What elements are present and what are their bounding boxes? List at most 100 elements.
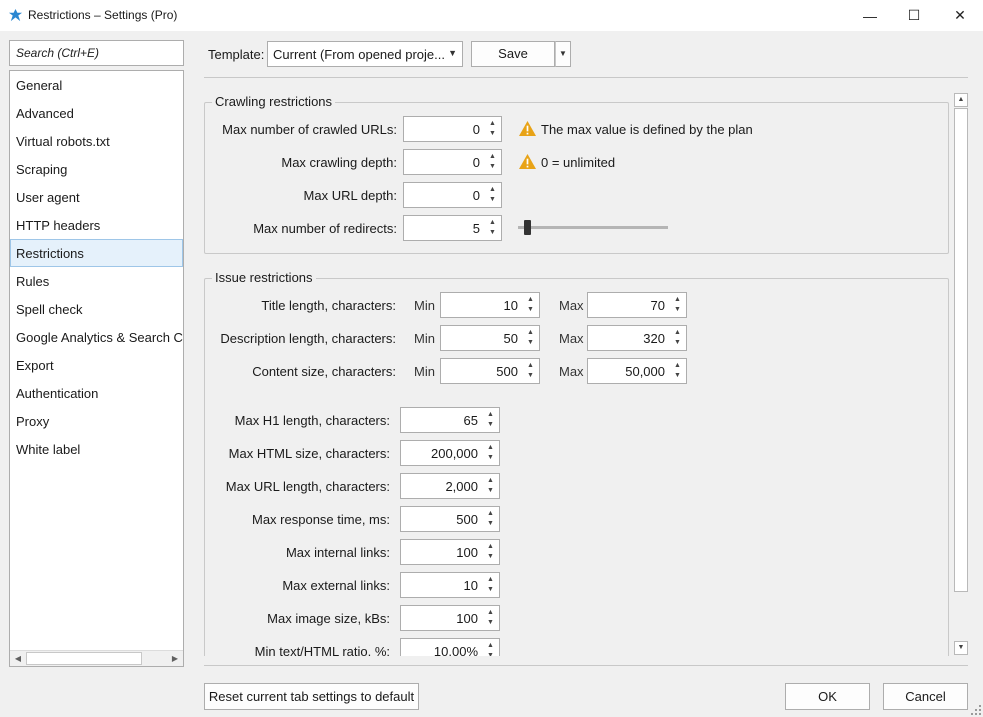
max-redirects-label: Max number of redirects: bbox=[253, 221, 397, 236]
scroll-right-icon[interactable]: ▶ bbox=[168, 653, 182, 665]
stepper-arrows-icon[interactable]: ▲ ▼ bbox=[672, 361, 683, 381]
content-size-max-stepper[interactable]: 50,000 ▲ ▼ bbox=[587, 358, 687, 384]
maximize-icon: ☐ bbox=[907, 7, 921, 23]
max-label: Max bbox=[559, 298, 584, 313]
stepper-arrows-icon[interactable]: ▲ ▼ bbox=[485, 575, 496, 595]
stepper-arrows-icon[interactable]: ▲ ▼ bbox=[485, 509, 496, 529]
stepper-value: 500 bbox=[496, 364, 518, 379]
sidebar-item-spell-check[interactable]: Spell check bbox=[10, 295, 183, 323]
stepper-value: 100 bbox=[456, 545, 478, 560]
max-h1-length-stepper[interactable]: 65 ▲ ▼ bbox=[400, 407, 500, 433]
max-url-depth-stepper[interactable]: 0 ▲ ▼ bbox=[403, 182, 502, 208]
scrollbar-thumb[interactable] bbox=[954, 108, 968, 592]
cancel-button[interactable]: Cancel bbox=[883, 683, 968, 710]
scroll-left-icon[interactable]: ◀ bbox=[11, 653, 25, 665]
max-label: Max bbox=[559, 364, 584, 379]
reset-defaults-button[interactable]: Reset current tab settings to default bbox=[204, 683, 419, 710]
max-response-time-stepper[interactable]: 500 ▲ ▼ bbox=[400, 506, 500, 532]
sidebar-item-restrictions[interactable]: Restrictions bbox=[10, 239, 183, 267]
resize-grip-icon[interactable] bbox=[971, 705, 981, 715]
sidebar-item-white-label[interactable]: White label bbox=[10, 435, 183, 463]
min-text-html-ratio-label: Min text/HTML ratio, %: bbox=[254, 644, 390, 656]
ok-button[interactable]: OK bbox=[785, 683, 870, 710]
sidebar-item-proxy[interactable]: Proxy bbox=[10, 407, 183, 435]
max-response-time-label: Max response time, ms: bbox=[252, 512, 390, 527]
stepper-arrows-icon[interactable]: ▲ ▼ bbox=[487, 152, 498, 172]
stepper-value: 5 bbox=[472, 221, 480, 236]
save-dropdown-button[interactable]: ▼ bbox=[555, 41, 571, 67]
content-size-min-stepper[interactable]: 500 ▲ ▼ bbox=[440, 358, 540, 384]
stepper-arrows-icon[interactable]: ▲ ▼ bbox=[485, 608, 496, 628]
divider bbox=[204, 665, 968, 666]
stepper-value: 0 bbox=[472, 122, 480, 137]
title-length-max-stepper[interactable]: 70 ▲ ▼ bbox=[587, 292, 687, 318]
min-label: Min bbox=[414, 331, 435, 346]
stepper-arrows-icon[interactable]: ▲ ▼ bbox=[525, 295, 536, 315]
sidebar-item-user-agent[interactable]: User agent bbox=[10, 183, 183, 211]
redirects-slider-track[interactable] bbox=[518, 226, 668, 229]
sidebar-item-export[interactable]: Export bbox=[10, 351, 183, 379]
max-url-length-stepper[interactable]: 2,000 ▲ ▼ bbox=[400, 473, 500, 499]
max-image-size-stepper[interactable]: 100 ▲ ▼ bbox=[400, 605, 500, 631]
max-crawled-urls-stepper[interactable]: 0 ▲ ▼ bbox=[403, 116, 502, 142]
template-select[interactable]: Current (From opened proje... ▼ bbox=[267, 41, 463, 67]
min-label: Min bbox=[414, 364, 435, 379]
redirects-slider-thumb[interactable] bbox=[524, 220, 531, 235]
divider bbox=[204, 77, 968, 78]
stepper-arrows-icon[interactable]: ▲ ▼ bbox=[525, 328, 536, 348]
sidebar-item-general[interactable]: General bbox=[10, 71, 183, 99]
max-external-links-label: Max external links: bbox=[282, 578, 390, 593]
save-button[interactable]: Save bbox=[471, 41, 555, 67]
max-redirects-stepper[interactable]: 5 ▲ ▼ bbox=[403, 215, 502, 241]
description-length-label: Description length, characters: bbox=[220, 331, 396, 346]
search-input[interactable]: Search (Ctrl+E) bbox=[9, 40, 184, 66]
stepper-arrows-icon[interactable]: ▲ ▼ bbox=[485, 443, 496, 463]
stepper-value: 0 bbox=[472, 188, 480, 203]
description-length-min-stepper[interactable]: 50 ▲ ▼ bbox=[440, 325, 540, 351]
content-vertical-scrollbar[interactable]: ▲ ▼ bbox=[953, 92, 969, 656]
scroll-down-icon[interactable]: ▼ bbox=[954, 641, 968, 655]
stepper-arrows-icon[interactable]: ▲ ▼ bbox=[487, 218, 498, 238]
stepper-arrows-icon[interactable]: ▲ ▼ bbox=[485, 410, 496, 430]
stepper-arrows-icon[interactable]: ▲ ▼ bbox=[485, 641, 496, 656]
stepper-value: 10 bbox=[503, 298, 518, 313]
stepper-arrows-icon[interactable]: ▲ ▼ bbox=[487, 119, 498, 139]
max-html-size-stepper[interactable]: 200,000 ▲ ▼ bbox=[400, 440, 500, 466]
max-image-size-label: Max image size, kBs: bbox=[267, 611, 390, 626]
sidebar-item-authentication[interactable]: Authentication bbox=[10, 379, 183, 407]
max-external-links-stepper[interactable]: 10 ▲ ▼ bbox=[400, 572, 500, 598]
stepper-value: 200,000 bbox=[431, 446, 478, 461]
scrollbar-thumb[interactable] bbox=[26, 652, 142, 665]
description-length-max-stepper[interactable]: 320 ▲ ▼ bbox=[587, 325, 687, 351]
content-size-label: Content size, characters: bbox=[252, 364, 396, 379]
sidebar-horizontal-scrollbar[interactable]: ◀ ▶ bbox=[10, 650, 183, 666]
max-crawling-depth-stepper[interactable]: 0 ▲ ▼ bbox=[403, 149, 502, 175]
max-internal-links-stepper[interactable]: 100 ▲ ▼ bbox=[400, 539, 500, 565]
scroll-up-icon[interactable]: ▲ bbox=[954, 93, 968, 107]
stepper-arrows-icon[interactable]: ▲ ▼ bbox=[672, 295, 683, 315]
sidebar-item-rules[interactable]: Rules bbox=[10, 267, 183, 295]
sidebar-item-virtual-robots[interactable]: Virtual robots.txt bbox=[10, 127, 183, 155]
sidebar-item-google-analytics[interactable]: Google Analytics & Search Console bbox=[10, 323, 183, 351]
stepper-arrows-icon[interactable]: ▲ ▼ bbox=[525, 361, 536, 381]
stepper-arrows-icon[interactable]: ▲ ▼ bbox=[487, 185, 498, 205]
title-bar: Restrictions – Settings (Pro) — ☐ ✕ bbox=[0, 0, 983, 31]
sidebar-item-scraping[interactable]: Scraping bbox=[10, 155, 183, 183]
sidebar-item-advanced[interactable]: Advanced bbox=[10, 99, 183, 127]
template-label: Template: bbox=[208, 47, 265, 62]
close-button[interactable]: ✕ bbox=[937, 0, 983, 31]
min-text-html-ratio-stepper[interactable]: 10.00% ▲ ▼ bbox=[400, 638, 500, 656]
stepper-arrows-icon[interactable]: ▲ ▼ bbox=[672, 328, 683, 348]
maximize-button[interactable]: ☐ bbox=[891, 0, 937, 31]
sidebar-item-http-headers[interactable]: HTTP headers bbox=[10, 211, 183, 239]
group-title: Crawling restrictions bbox=[212, 94, 336, 109]
stepper-arrows-icon[interactable]: ▲ ▼ bbox=[485, 542, 496, 562]
minimize-button[interactable]: — bbox=[847, 0, 893, 31]
max-url-length-label: Max URL length, characters: bbox=[225, 479, 390, 494]
stepper-value: 50 bbox=[503, 331, 518, 346]
title-length-min-stepper[interactable]: 10 ▲ ▼ bbox=[440, 292, 540, 318]
chevron-down-icon: ▼ bbox=[559, 49, 567, 58]
stepper-value: 65 bbox=[463, 413, 478, 428]
stepper-arrows-icon[interactable]: ▲ ▼ bbox=[485, 476, 496, 496]
stepper-value: 320 bbox=[643, 331, 665, 346]
